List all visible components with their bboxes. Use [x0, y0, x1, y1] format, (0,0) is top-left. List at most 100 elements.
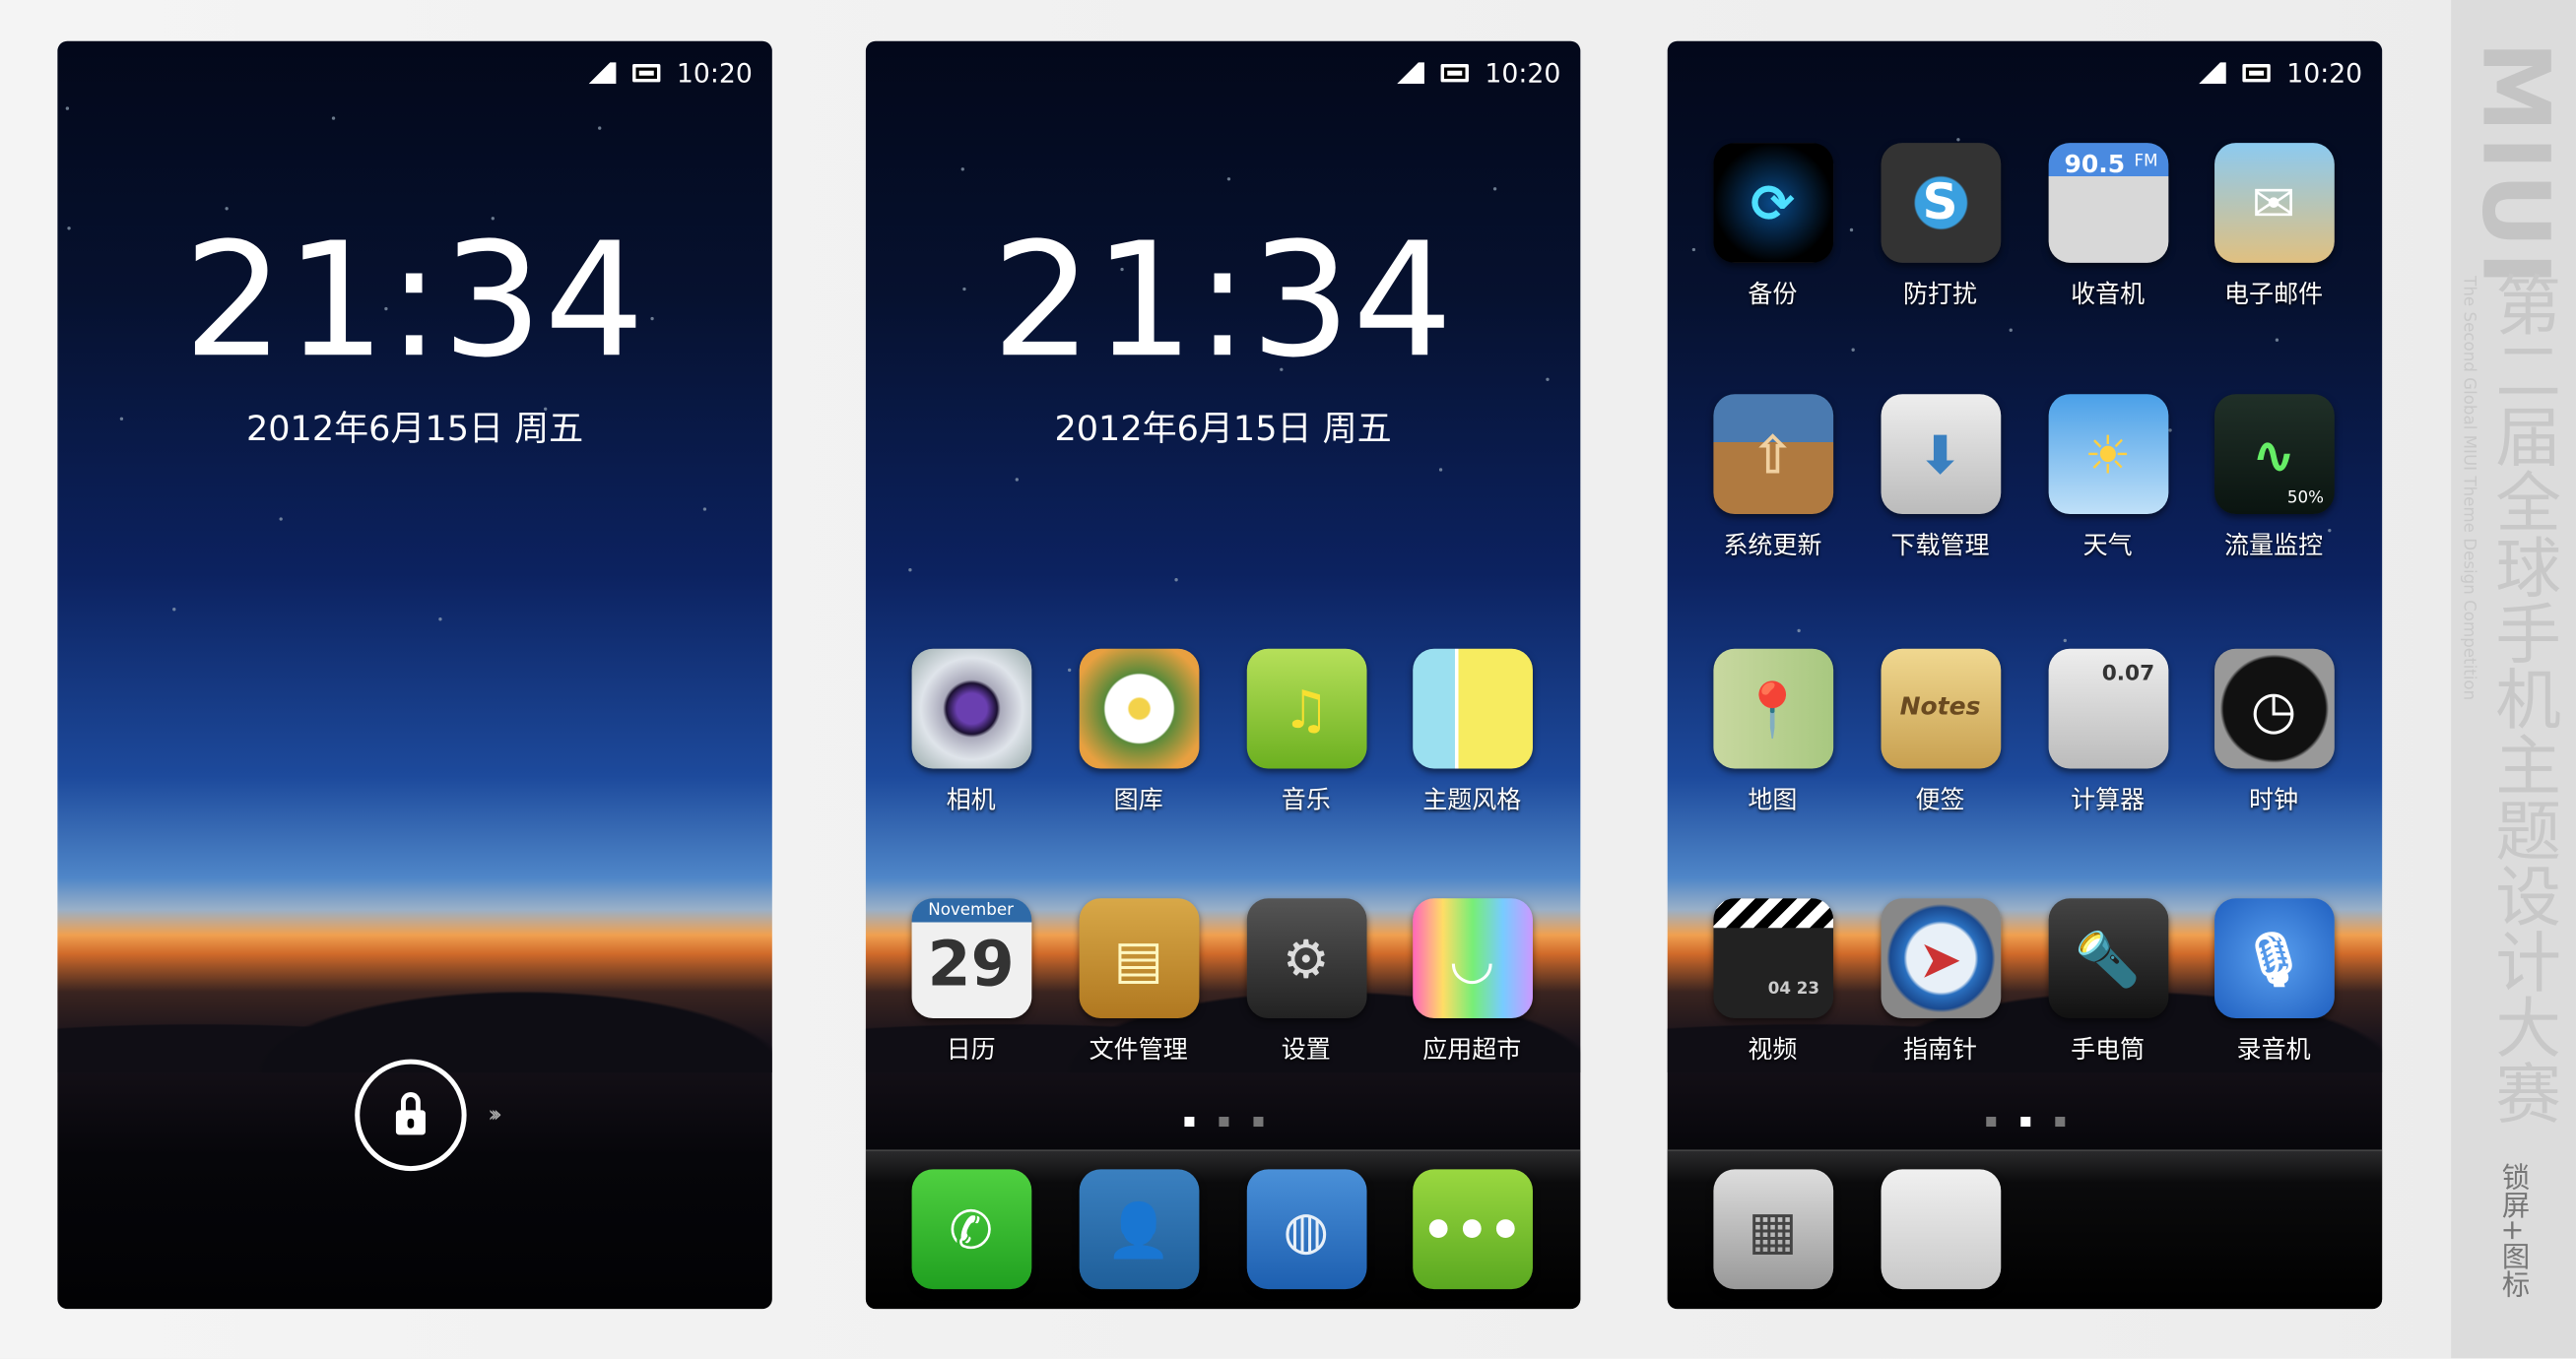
calendar-icon: November 29 — [910, 898, 1031, 1018]
app-flashlight[interactable]: 🔦 手电筒 — [2034, 898, 2182, 1066]
page-dot[interactable] — [2019, 1117, 2030, 1128]
page-dot[interactable] — [1252, 1117, 1263, 1128]
star — [1691, 247, 1696, 252]
star — [438, 617, 442, 621]
app-firewall[interactable]: S 防打扰 — [1867, 143, 2015, 310]
star — [2009, 328, 2013, 332]
competition-subtitle: The Second Global MIUI Theme Design Comp… — [2459, 276, 2477, 701]
date-widget: 2012年6月15日 周五 — [1054, 409, 1392, 449]
lockscreen-clock: 21:34 — [183, 208, 646, 393]
lockscreen-phone: 10:20 21:34 2012年6月15日 周五 ››› — [57, 40, 772, 1310]
app-app-market[interactable]: ◡ 应用超市 — [1398, 898, 1546, 1066]
star — [1015, 478, 1019, 482]
star — [908, 568, 912, 572]
music-icon: ♫ — [1245, 648, 1366, 769]
app-file-manager[interactable]: ▤ 文件管理 — [1065, 898, 1213, 1066]
app-camera[interactable]: 相机 — [897, 648, 1045, 816]
app-clock[interactable]: ◷ 时钟 — [2200, 648, 2347, 816]
icon-glyph: ▦ — [1748, 1197, 1798, 1261]
video-icon: 04 23 — [1712, 898, 1833, 1018]
icon-subtext: November — [928, 901, 1014, 920]
app-weather[interactable]: ☀ 天气 — [2034, 394, 2182, 561]
dock-folder[interactable]: ▦ — [1698, 1169, 1846, 1290]
folder-icon: ▦ — [1712, 1169, 1833, 1290]
settings-icon: ⚙ — [1245, 898, 1366, 1018]
app-label: 图库 — [1113, 785, 1163, 815]
dock: ✆ 👤 ◍ ••• — [865, 1149, 1581, 1310]
signal-icon — [1391, 61, 1424, 84]
app-system-update[interactable]: ⇧ 系统更新 — [1698, 394, 1846, 561]
app-theme[interactable]: 主题风格 — [1398, 648, 1546, 816]
app-label: 相机 — [946, 785, 996, 815]
page-dot[interactable] — [2054, 1117, 2065, 1128]
app-label: 电子邮件 — [2224, 279, 2324, 309]
app-label: 防打扰 — [1903, 279, 1978, 309]
icon-glyph: ∿ — [2251, 422, 2296, 485]
icon-glyph: ☀ — [2083, 422, 2132, 485]
app-notes[interactable]: Notes 便签 — [1867, 648, 2015, 816]
icon-glyph: ✉ — [2251, 171, 2296, 234]
status-bar: 10:20 — [582, 56, 753, 89]
slide-arrows: ››› — [488, 1102, 501, 1129]
app-backup[interactable]: ⟳ 备份 — [1698, 143, 1846, 310]
icon-glyph: ◡ — [1451, 927, 1492, 990]
page-dot[interactable] — [1985, 1117, 1996, 1128]
star — [1438, 468, 1443, 472]
app-label: 地图 — [1748, 785, 1798, 815]
app-music[interactable]: ♫ 音乐 — [1232, 648, 1380, 816]
app-traffic-monitor[interactable]: ∿ 50% 流量监控 — [2200, 394, 2347, 561]
mountain-silhouette — [57, 940, 772, 1073]
dock-empty-slot[interactable] — [1867, 1169, 2015, 1290]
app-compass[interactable]: ➤ 指南针 — [1867, 898, 2015, 1066]
icon-glyph: ⇧ — [1750, 422, 1795, 485]
app-label: 时钟 — [2249, 785, 2299, 815]
presentation-board: 10:20 21:34 2012年6月15日 周五 ››› 10:20 21:3… — [0, 0, 2576, 1359]
app-label: 备份 — [1748, 279, 1798, 309]
page-indicator[interactable] — [866, 1117, 1580, 1128]
clock-widget[interactable]: 21:34 — [866, 222, 1580, 379]
icon-glyph: ⟳ — [1750, 171, 1795, 234]
category-tag: 锁屏+图标 — [2495, 1162, 2529, 1298]
page-dot[interactable] — [1218, 1117, 1228, 1128]
firewall-icon: S — [1880, 143, 2001, 263]
status-time: 10:20 — [676, 56, 753, 89]
app-video[interactable]: 04 23 视频 — [1698, 898, 1846, 1066]
app-recorder[interactable]: 🎙 录音机 — [2200, 898, 2347, 1066]
file-manager-icon: ▤ — [1078, 898, 1199, 1018]
icon-glyph: 📍 — [1740, 677, 1806, 741]
app-radio[interactable]: FM 90.5 收音机 — [2034, 143, 2182, 310]
icon-text: 0.07 — [2101, 662, 2155, 687]
page-indicator[interactable] — [1668, 1117, 2382, 1128]
icon-text: S — [1922, 173, 1958, 232]
app-calendar[interactable]: November 29 日历 — [897, 898, 1045, 1066]
icon-glyph: ◷ — [2250, 677, 2297, 741]
app-download[interactable]: ⬇ 下载管理 — [1867, 394, 2015, 561]
dock-browser[interactable]: ◍ — [1232, 1169, 1380, 1290]
app-settings[interactable]: ⚙ 设置 — [1232, 898, 1380, 1066]
clock-icon: ◷ — [2213, 648, 2334, 769]
status-bar: 10:20 — [2193, 57, 2362, 88]
page-dot[interactable] — [1183, 1117, 1194, 1128]
app-email[interactable]: ✉ 电子邮件 — [2200, 143, 2347, 310]
home-screen-1: 10:20 21:34 2012年6月15日 周五 ✆ 👤 ◍ ••• 相机 图库 ♫ 音乐… — [865, 40, 1581, 1310]
dock-messages[interactable]: ••• — [1398, 1169, 1546, 1290]
recorder-icon: 🎙 — [2213, 898, 2334, 1018]
app-label: 音乐 — [1281, 785, 1331, 815]
app-label: 主题风格 — [1422, 785, 1522, 815]
app-label: 系统更新 — [1723, 530, 1822, 560]
dock-contacts[interactable]: 👤 — [1065, 1169, 1213, 1290]
star — [1797, 628, 1801, 633]
app-map[interactable]: 📍 地图 — [1698, 648, 1846, 816]
icon-glyph: 👤 — [1105, 1197, 1171, 1261]
dock-phone[interactable]: ✆ — [897, 1169, 1045, 1290]
unlock-button[interactable] — [355, 1059, 467, 1172]
icon-glyph: ➤ — [1918, 927, 1962, 990]
app-gallery[interactable]: 图库 — [1065, 648, 1213, 816]
icon-text: 29 — [927, 928, 1015, 1001]
miui-logo: MIUI — [2461, 40, 2568, 290]
browser-icon: ◍ — [1245, 1169, 1366, 1290]
app-label: 收音机 — [2071, 279, 2146, 309]
star — [279, 517, 283, 521]
app-calculator[interactable]: 0.07 计算器 — [2034, 648, 2182, 816]
compass-icon: ➤ — [1880, 898, 2001, 1018]
